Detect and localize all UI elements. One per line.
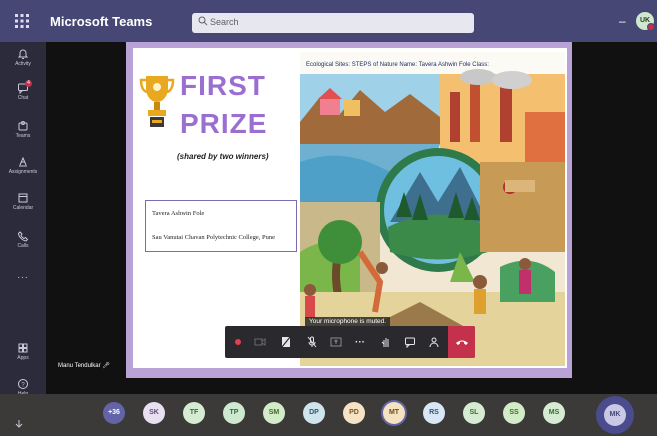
status-dot xyxy=(647,23,655,31)
mic-muted-notice: Your microphone is muted. xyxy=(305,317,391,326)
video-button[interactable] xyxy=(249,326,271,358)
title-bar: Microsoft Teams Search – UK xyxy=(0,0,657,42)
participant-avatar[interactable]: SM xyxy=(263,402,285,424)
phone-icon xyxy=(17,231,29,242)
calendar-icon xyxy=(18,193,28,203)
chat-icon xyxy=(405,337,415,348)
app-rail: Activity 4 Chat Teams Assignments Calend… xyxy=(0,42,46,436)
rail-label: Calendar xyxy=(12,205,34,211)
mute-button[interactable] xyxy=(301,326,323,358)
share-content-button[interactable] xyxy=(275,326,297,358)
rail-activity[interactable]: Activity xyxy=(0,48,46,67)
trophy-icon xyxy=(139,76,175,127)
rail-label: Activity xyxy=(15,61,31,67)
minimize-button[interactable]: – xyxy=(619,14,626,28)
share-tray-icon xyxy=(330,337,342,347)
self-name-text: Manu Tendulkar xyxy=(58,363,101,369)
more-actions-button[interactable]: ··· xyxy=(349,326,371,358)
share-tray-button[interactable] xyxy=(325,326,347,358)
rail-label: Apps xyxy=(17,355,29,361)
rail-label: Calls xyxy=(17,243,29,249)
rail-label: Teams xyxy=(15,133,31,139)
mic-off-icon xyxy=(307,336,317,348)
app-launcher-icon[interactable] xyxy=(14,13,30,29)
participant-avatar[interactable]: PD xyxy=(343,402,365,424)
participants-icon xyxy=(429,337,439,348)
participant-avatar[interactable]: MS xyxy=(543,402,565,424)
hang-up-icon xyxy=(455,340,468,345)
self-video-name: Manu Tendulkar 🎤︎ xyxy=(58,362,110,369)
participants-overflow[interactable]: +36 xyxy=(103,402,125,424)
mic-off-icon: 🎤︎ xyxy=(102,363,110,369)
download-icon xyxy=(15,420,23,428)
winner-college: Sau Vanutai Chavan Polytechnic College, … xyxy=(152,234,275,241)
rail-assignments[interactable]: Assignments xyxy=(0,156,46,175)
apps-icon xyxy=(18,343,28,353)
participant-avatar[interactable]: SS xyxy=(503,402,525,424)
record-indicator xyxy=(227,326,249,358)
participant-avatar[interactable]: RS xyxy=(423,402,445,424)
self-avatar-tile[interactable]: MK xyxy=(596,396,634,434)
raise-hand-icon xyxy=(381,338,389,347)
raise-hand-button[interactable] xyxy=(375,326,397,358)
app-title: Microsoft Teams xyxy=(50,14,153,29)
search-icon xyxy=(198,16,208,26)
rail-calendar[interactable]: Calendar xyxy=(0,192,46,211)
slide-subtitle: (shared by two winners) xyxy=(177,152,269,161)
more-icon: ... xyxy=(17,270,29,281)
search-placeholder: Search xyxy=(210,17,239,27)
winner-box: Tavera Ashwin Fole Sau Vanutai Chavan Po… xyxy=(145,200,297,252)
share-icon xyxy=(281,336,291,348)
help-icon: ? xyxy=(18,379,28,389)
account-avatar[interactable]: UK xyxy=(636,12,655,31)
record-dot-icon xyxy=(235,339,241,345)
rail-teams[interactable]: Teams xyxy=(0,120,46,139)
hang-up-button[interactable] xyxy=(448,326,475,358)
participants-button[interactable] xyxy=(423,326,445,358)
participant-avatar[interactable]: SK xyxy=(143,402,165,424)
winner-name: Tavera Ashwin Fole xyxy=(152,210,205,217)
svg-text:?: ? xyxy=(21,383,25,389)
download-button[interactable] xyxy=(8,414,30,434)
video-off-icon xyxy=(254,338,266,346)
self-avatar: MK xyxy=(604,404,626,426)
participant-avatar[interactable]: DP xyxy=(303,402,325,424)
chat-button[interactable] xyxy=(399,326,421,358)
participant-avatar[interactable]: TP xyxy=(223,402,245,424)
search-input[interactable]: Search xyxy=(192,13,474,33)
call-control-bar: ··· xyxy=(225,326,475,358)
bell-icon xyxy=(17,49,29,59)
assignments-icon xyxy=(19,156,27,167)
rail-apps[interactable]: Apps xyxy=(0,342,46,361)
teams-icon xyxy=(18,121,28,131)
more-icon: ··· xyxy=(355,336,365,348)
slide-title-prize: PRIZE xyxy=(180,108,268,139)
rail-calls[interactable]: Calls xyxy=(0,230,46,249)
chat-badge: 4 xyxy=(25,80,32,87)
rail-label: Chat xyxy=(17,95,29,101)
rail-more[interactable]: ... xyxy=(0,270,46,281)
participant-avatar[interactable]: SL xyxy=(463,402,485,424)
painting-caption: Ecological Sites: STEPS of Nature Name: … xyxy=(306,62,489,68)
slide-title-first: FIRST xyxy=(180,70,266,101)
participant-avatar[interactable]: TF xyxy=(183,402,205,424)
rail-chat[interactable]: 4 Chat xyxy=(0,80,46,101)
rail-label: Assignments xyxy=(8,169,38,175)
participant-avatar[interactable]: MT xyxy=(383,402,405,424)
